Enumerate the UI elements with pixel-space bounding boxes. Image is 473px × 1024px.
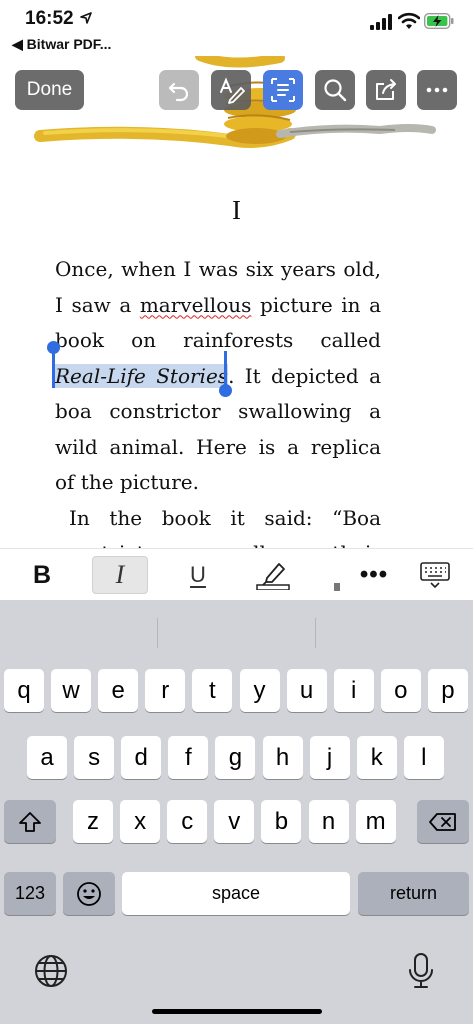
key-l[interactable]: l xyxy=(403,736,444,779)
hide-keyboard-button[interactable] xyxy=(415,556,455,594)
shift-icon xyxy=(19,811,41,832)
status-bar: 16:52 ◀ Bitwar PDF... xyxy=(0,0,473,56)
search-button[interactable] xyxy=(315,70,355,110)
key-k[interactable]: k xyxy=(356,736,397,779)
misspelled-word[interactable]: marvellous xyxy=(140,293,252,317)
text-line: wild animal. Here is a replica xyxy=(55,434,381,459)
key-q[interactable]: q xyxy=(4,669,44,712)
selection-end-knob[interactable] xyxy=(219,384,232,397)
battery-charging-icon xyxy=(424,13,454,29)
highlighter-icon xyxy=(256,563,290,590)
bold-button[interactable]: B xyxy=(20,556,64,594)
key-h[interactable]: h xyxy=(262,736,303,779)
text-edit-button[interactable] xyxy=(263,70,303,110)
more-format-button[interactable]: ••• xyxy=(352,556,396,594)
text-line: boa constrictor swallowing a xyxy=(55,399,381,423)
on-screen-keyboard: qwertyuiop asdfghjkl zxcvbnm 123 space r… xyxy=(0,600,473,1024)
microphone-icon xyxy=(409,953,433,988)
text-line: In the book it said: “Boa xyxy=(69,505,381,530)
key-t[interactable]: t xyxy=(192,669,233,712)
key-j[interactable]: j xyxy=(309,736,350,779)
search-icon xyxy=(324,79,347,102)
key-i[interactable]: i xyxy=(333,669,374,712)
more-icon xyxy=(426,87,448,93)
key-u[interactable]: u xyxy=(286,669,327,712)
text-line: constrictors swallow their xyxy=(55,536,381,548)
pen-markup-icon xyxy=(220,77,245,104)
emoji-key[interactable] xyxy=(63,872,115,915)
key-r[interactable]: r xyxy=(145,669,186,712)
done-button[interactable]: Done xyxy=(15,70,84,110)
format-toolbar: B I U ••• xyxy=(0,548,473,600)
share-icon xyxy=(376,79,396,100)
home-indicator[interactable] xyxy=(152,1009,322,1014)
key-f[interactable]: f xyxy=(168,736,209,779)
undo-icon xyxy=(168,82,189,102)
text-line: I saw a marvellous picture in a xyxy=(55,288,381,324)
key-s[interactable]: s xyxy=(74,736,115,779)
pen-markup-button[interactable] xyxy=(211,70,251,110)
text-span: . It depicted a xyxy=(228,363,381,388)
share-button[interactable] xyxy=(366,70,406,110)
key-a[interactable]: a xyxy=(27,736,67,779)
text-line: Real-Life Stories. It depicted a xyxy=(55,359,381,395)
wifi-icon xyxy=(398,12,420,29)
shift-key[interactable] xyxy=(4,800,56,843)
back-to-app-link[interactable]: ◀ Bitwar PDF... xyxy=(12,36,111,53)
italic-button[interactable]: I xyxy=(92,556,148,594)
location-arrow-icon xyxy=(80,12,92,24)
key-b[interactable]: b xyxy=(261,800,302,843)
suggestion-divider xyxy=(157,618,158,648)
highlight-button[interactable] xyxy=(252,556,294,594)
key-n[interactable]: n xyxy=(308,800,349,843)
globe-icon xyxy=(35,955,67,987)
more-options-button[interactable] xyxy=(417,70,457,110)
backspace-key[interactable] xyxy=(417,800,469,843)
key-x[interactable]: x xyxy=(120,800,161,843)
key-e[interactable]: e xyxy=(98,669,139,712)
globe-language-button[interactable] xyxy=(32,952,70,990)
suggestion-divider xyxy=(315,618,316,648)
numbers-key[interactable]: 123 xyxy=(4,872,56,915)
key-w[interactable]: w xyxy=(51,669,92,712)
keyboard-hide-icon xyxy=(420,562,450,589)
key-d[interactable]: d xyxy=(121,736,162,779)
status-time: 16:52 xyxy=(25,8,74,29)
key-z[interactable]: z xyxy=(73,800,113,843)
key-p[interactable]: p xyxy=(427,669,468,712)
key-y[interactable]: y xyxy=(239,669,280,712)
document-text-body[interactable]: Once, when I was six years old, I saw a … xyxy=(55,252,381,548)
text-line: of the picture. xyxy=(55,470,199,494)
text-box-icon xyxy=(271,78,295,102)
undo-button[interactable] xyxy=(159,70,199,110)
text-span: I saw a xyxy=(55,292,140,317)
key-g[interactable]: g xyxy=(215,736,256,779)
underline-label: U xyxy=(190,562,206,587)
cellular-signal-icon xyxy=(370,14,392,30)
selected-text[interactable]: Real-Life Stories xyxy=(55,363,229,388)
chapter-heading: I xyxy=(232,195,241,225)
suggestion-bar xyxy=(0,600,473,660)
format-bar-scroll-indicator xyxy=(334,583,340,591)
text-line: Once, when I was six years old, xyxy=(55,257,381,281)
underline-button[interactable]: U xyxy=(176,556,220,594)
text-line: book on rainforests called xyxy=(55,328,381,352)
dictation-button[interactable] xyxy=(404,952,438,990)
text-span: picture in a xyxy=(251,292,381,317)
selection-start-knob[interactable] xyxy=(47,341,60,354)
backspace-icon xyxy=(429,812,456,831)
emoji-icon xyxy=(77,881,101,906)
return-key[interactable]: return xyxy=(358,872,469,915)
key-o[interactable]: o xyxy=(380,669,421,712)
space-key[interactable]: space xyxy=(122,872,350,915)
key-c[interactable]: c xyxy=(167,800,208,843)
key-m[interactable]: m xyxy=(355,800,396,843)
key-v[interactable]: v xyxy=(214,800,255,843)
